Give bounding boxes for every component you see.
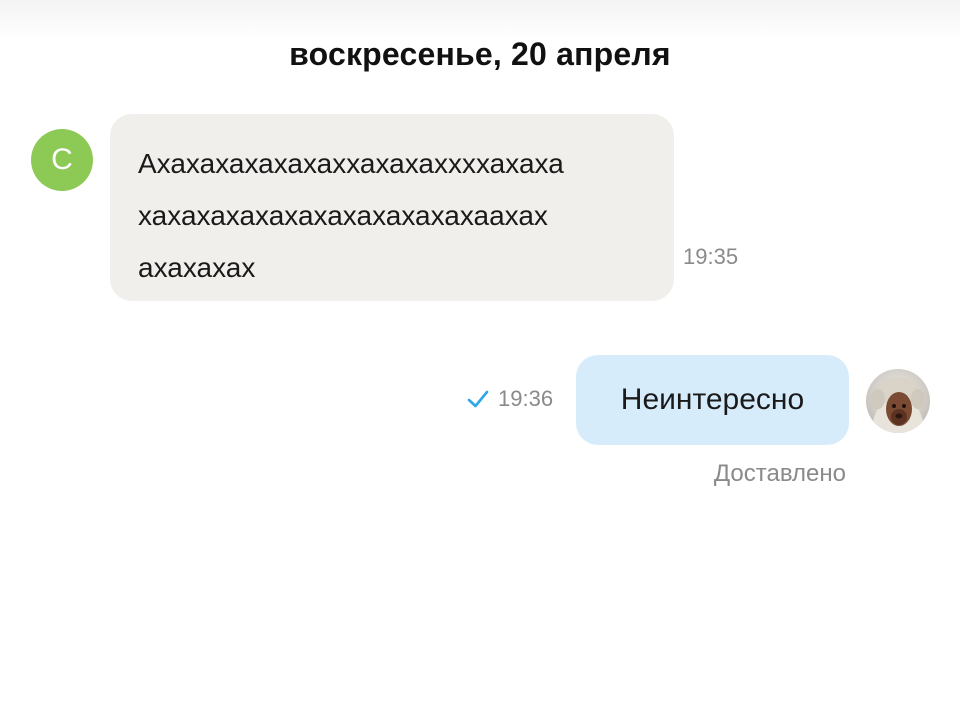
outgoing-message-meta: 19:36 xyxy=(466,386,553,412)
chat-view: воскресенье, 20 апреля С Ахахахахахахахх… xyxy=(0,0,960,720)
incoming-message-time: 19:35 xyxy=(683,244,739,269)
avatar-letter: С xyxy=(51,143,73,176)
outgoing-message-time: 19:36 xyxy=(498,386,554,411)
incoming-message-bubble[interactable]: Ахахахахахахаххахахаххххахаха хахахахаха… xyxy=(110,114,674,301)
outgoing-message-text: Неинтересно xyxy=(620,383,805,416)
sender-avatar[interactable]: С xyxy=(31,129,93,191)
date-separator: воскресенье, 20 апреля xyxy=(289,36,671,72)
outgoing-message-bubble[interactable]: Неинтересно xyxy=(576,355,849,445)
check-icon xyxy=(467,390,489,408)
user-photo-avatar[interactable] xyxy=(866,369,930,433)
incoming-message-text: Ахахахахахахаххахахаххххахаха хахахахаха… xyxy=(138,148,564,283)
avatar-photo-icon xyxy=(866,369,930,433)
delivery-status: Доставлено xyxy=(713,460,846,487)
